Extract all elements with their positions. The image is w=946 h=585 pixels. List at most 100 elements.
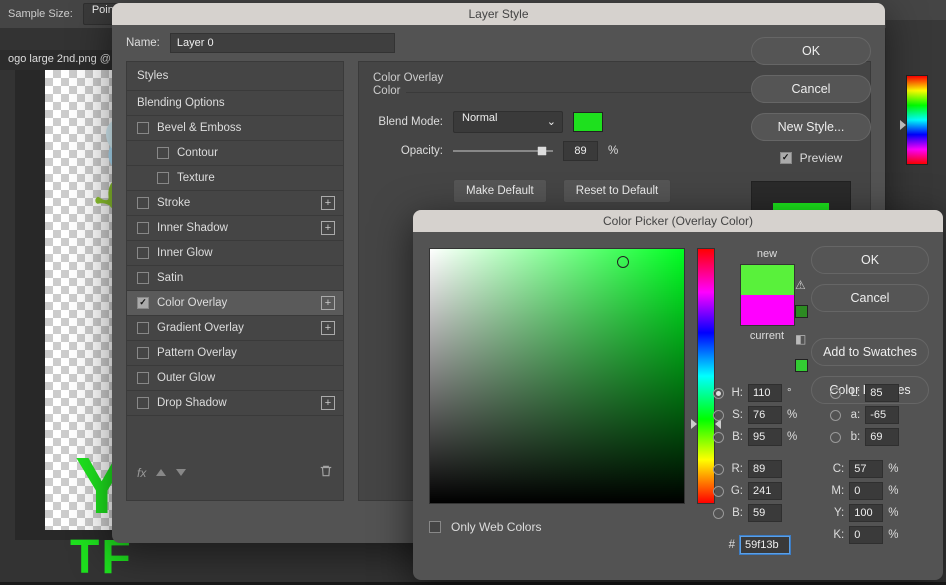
current-color-swatch[interactable] [741,295,794,325]
outer-glow-checkbox[interactable] [137,372,149,384]
reset-default-button[interactable]: Reset to Default [563,179,671,203]
k-input[interactable] [849,526,883,544]
y-input[interactable] [849,504,883,522]
ok-button[interactable]: OK [751,37,871,65]
add-to-swatches-button[interactable]: Add to Swatches [811,338,929,366]
pattern-overlay-checkbox[interactable] [137,347,149,359]
gradient-overlay-checkbox[interactable] [137,322,149,334]
styles-list: Styles Blending Options Bevel & Emboss C… [126,61,344,501]
layer-name-input[interactable] [170,33,395,53]
c-input[interactable] [849,460,883,478]
color-picker-titlebar[interactable]: Color Picker (Overlay Color) [413,210,943,232]
overlay-color-swatch[interactable] [573,112,603,132]
r-radio[interactable] [713,464,724,475]
satin-checkbox[interactable] [137,272,149,284]
b-radio[interactable] [713,432,724,443]
outer-glow-row[interactable]: Outer Glow [127,366,343,391]
contour-checkbox[interactable] [157,147,169,159]
only-web-colors-checkbox[interactable] [429,521,441,533]
bl-radio[interactable] [713,508,724,519]
s-label: S: [729,409,743,421]
g-input[interactable] [748,482,782,500]
bevel-checkbox[interactable] [137,122,149,134]
only-web-colors-label: Only Web Colors [451,520,541,534]
color-values: H:° S:% B:% R: G: B: # L: a: b: C:% M:% … [713,380,933,558]
styles-footer: fx [127,456,343,489]
opacity-slider[interactable] [453,150,553,152]
inner-glow-row[interactable]: Inner Glow [127,241,343,266]
inner-shadow-checkbox[interactable] [137,222,149,234]
slider-thumb[interactable] [534,143,551,160]
gradient-overlay-row[interactable]: Gradient Overlay + [127,316,343,341]
l-radio[interactable] [830,388,841,399]
color-field-cursor[interactable] [617,256,629,268]
bl-input[interactable] [748,504,782,522]
contour-label: Contour [177,147,218,159]
layer-style-titlebar[interactable]: Layer Style [112,3,885,25]
h-input[interactable] [748,384,782,402]
styles-header[interactable]: Styles [127,62,343,91]
cancel-button[interactable]: Cancel [751,75,871,103]
l-input[interactable] [865,384,899,402]
cube-icon[interactable]: ◧ [795,332,808,345]
bevel-row[interactable]: Bevel & Emboss [127,116,343,141]
h-label: H: [729,387,743,399]
move-up-icon[interactable] [156,469,166,476]
drop-shadow-add-icon[interactable]: + [321,396,335,410]
hue-arrow-left-icon[interactable] [691,419,697,429]
gradient-overlay-add-icon[interactable]: + [321,321,335,335]
make-default-button[interactable]: Make Default [453,179,547,203]
drop-shadow-row[interactable]: Drop Shadow+ [127,391,343,416]
color-field[interactable] [429,248,685,504]
websafe-swatch-2[interactable] [795,359,808,372]
cp-cancel-button[interactable]: Cancel [811,284,929,312]
s-radio[interactable] [713,410,724,421]
h-radio[interactable] [713,388,724,399]
pct-unit2: % [787,431,797,443]
s-input[interactable] [748,406,782,424]
color-ramp[interactable] [906,75,928,165]
texture-checkbox[interactable] [157,172,169,184]
fx-label[interactable]: fx [137,466,146,480]
move-down-icon[interactable] [176,469,186,476]
pattern-overlay-row[interactable]: Pattern Overlay [127,341,343,366]
cp-ok-button[interactable]: OK [811,246,929,274]
lab-b-input[interactable] [865,428,899,446]
stroke-checkbox[interactable] [137,197,149,209]
a-input[interactable] [865,406,899,424]
color-overlay-add-icon[interactable]: + [321,296,335,310]
stroke-row[interactable]: Stroke+ [127,191,343,216]
blending-options-row[interactable]: Blending Options [127,91,343,116]
r-input[interactable] [748,460,782,478]
satin-label: Satin [157,272,183,284]
document-tab[interactable]: ogo large 2nd.png @ [0,50,119,70]
m-input[interactable] [849,482,883,500]
new-style-button[interactable]: New Style... [751,113,871,141]
websafe-swatch[interactable] [795,305,808,318]
opacity-input[interactable] [563,141,598,161]
satin-row[interactable]: Satin [127,266,343,291]
color-overlay-checkbox[interactable] [137,297,149,309]
gradient-overlay-label: Gradient Overlay [157,322,244,334]
blend-mode-select[interactable]: Normal⌄ [453,111,563,133]
a-radio[interactable] [830,410,841,421]
color-overlay-row[interactable]: Color Overlay+ [127,291,343,316]
new-color-swatch[interactable] [741,265,794,295]
inner-shadow-row[interactable]: Inner Shadow+ [127,216,343,241]
preview-checkbox[interactable] [780,152,792,164]
stroke-add-icon[interactable]: + [321,196,335,210]
gamut-warning-icon[interactable]: ⚠ [795,278,808,291]
c-label: C: [830,463,844,475]
b-input[interactable] [748,428,782,446]
y-pct: % [888,507,898,519]
hex-input[interactable] [740,536,790,554]
pct-unit: % [787,409,797,421]
texture-row[interactable]: Texture [127,166,343,191]
inner-glow-checkbox[interactable] [137,247,149,259]
trash-icon[interactable] [319,464,333,481]
g-radio[interactable] [713,486,724,497]
contour-row[interactable]: Contour [127,141,343,166]
lab-b-radio[interactable] [830,432,841,443]
drop-shadow-checkbox[interactable] [137,397,149,409]
inner-shadow-add-icon[interactable]: + [321,221,335,235]
